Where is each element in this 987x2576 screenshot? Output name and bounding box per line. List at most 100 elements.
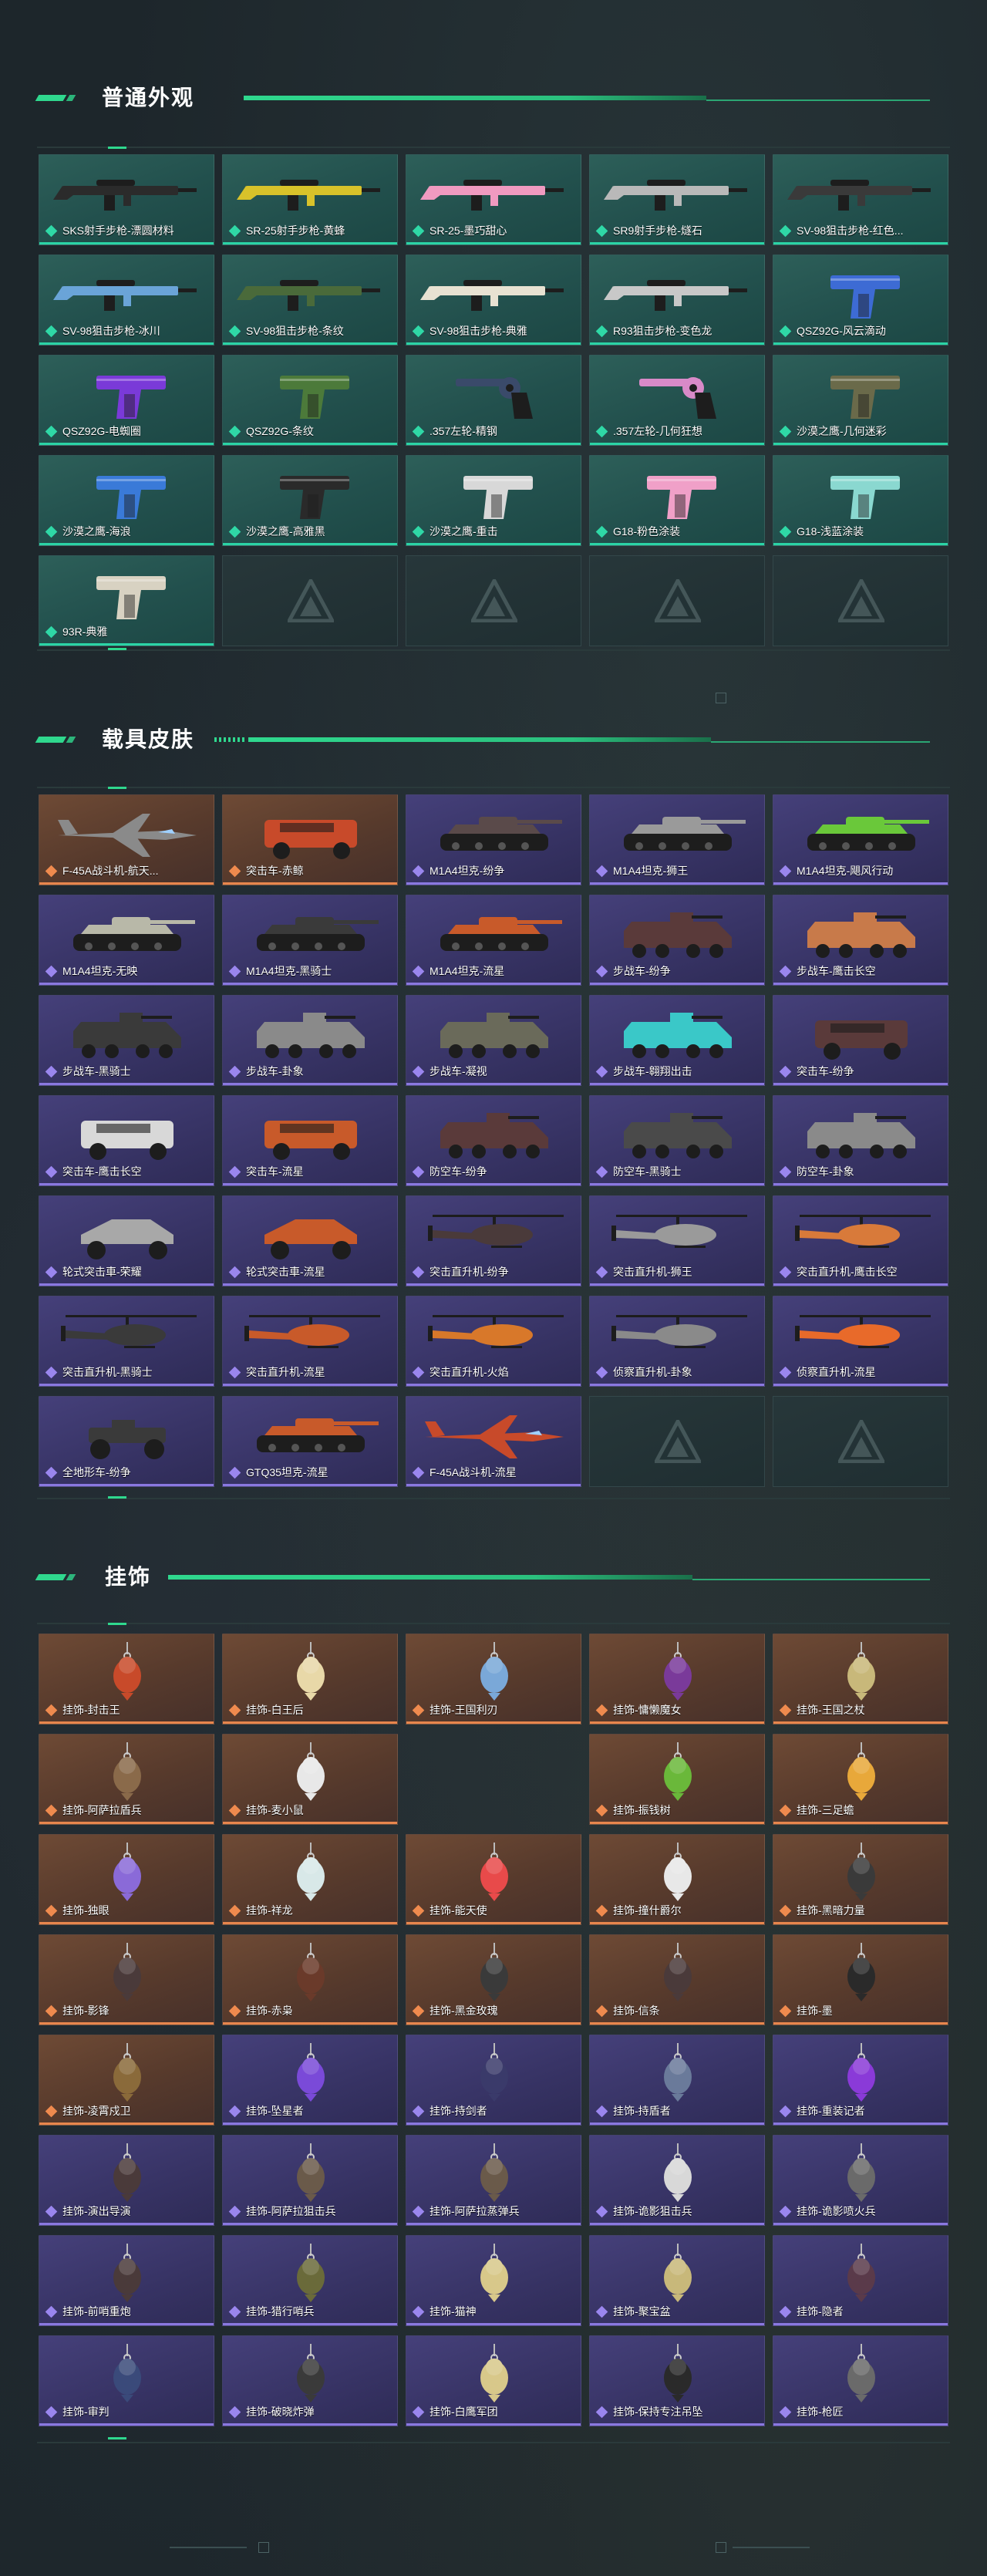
weapon-item-card[interactable]: R93狙击步枪-变色龙 <box>589 255 765 346</box>
vehicle-item-card[interactable]: 突击直升机-鹰击长空 <box>773 1195 948 1286</box>
charm-item-card[interactable]: 挂饰-猫神 <box>406 2235 581 2326</box>
vehicle-item-card[interactable]: 突击车-流星 <box>222 1095 398 1186</box>
vehicle-item-card[interactable]: 步战车-凝视 <box>406 995 581 1086</box>
charm-item-card[interactable]: 挂饰-聚宝盆 <box>589 2235 765 2326</box>
vehicle-item-card[interactable]: M1A4坦克-纷争 <box>406 794 581 885</box>
weapon-item-card[interactable]: SV-98狙击步枪-红色... <box>773 154 948 245</box>
weapon-item-card[interactable]: .357左轮-精钢 <box>406 355 581 446</box>
vehicle-item-card[interactable]: 防空车-卦象 <box>773 1095 948 1186</box>
rarity-diamond-icon <box>595 865 608 877</box>
apc-icon <box>624 1113 732 1158</box>
charm-item-card[interactable]: 挂饰-保持专注吊坠 <box>589 2335 765 2426</box>
charm-item-card[interactable]: 挂饰-祥龙 <box>222 1834 398 1925</box>
charm-item-card[interactable]: 挂饰-前哨重炮 <box>39 2235 214 2326</box>
vehicle-item-card[interactable]: 步战车-翱翔出击 <box>589 995 765 1086</box>
weapon-item-card[interactable]: 沙漠之鹰-海浪 <box>39 455 214 546</box>
vehicle-item-card[interactable]: 突击车-赤鲸 <box>222 794 398 885</box>
apc-icon <box>257 1013 365 1058</box>
weapon-item-card[interactable]: SR9射手步枪-燧石 <box>589 154 765 245</box>
charm-item-card[interactable]: 挂饰-阿萨拉盾兵 <box>39 1734 214 1825</box>
charm-item-card[interactable]: 挂饰-独眼 <box>39 1834 214 1925</box>
weapon-item-card[interactable]: QSZ92G-电蜘圈 <box>39 355 214 446</box>
vehicle-item-card[interactable]: 轮式突击車-荣耀 <box>39 1195 214 1286</box>
vehicle-item-card[interactable]: 防空车-纷争 <box>406 1095 581 1186</box>
vehicle-item-card[interactable]: 防空车-黑骑士 <box>589 1095 765 1186</box>
vehicle-item-card[interactable]: 突击直升机-火焰 <box>406 1296 581 1387</box>
charm-item-card[interactable]: 挂饰-破晓炸弹 <box>222 2335 398 2426</box>
vehicle-item-card[interactable]: 步战车-鹰击长空 <box>773 895 948 986</box>
weapon-item-card[interactable]: .357左轮-几何狂想 <box>589 355 765 446</box>
weapon-item-card[interactable]: QSZ92G-风云滴动 <box>773 255 948 346</box>
vehicle-item-card[interactable]: 全地形车-纷争 <box>39 1396 214 1487</box>
charm-item-card[interactable]: 挂饰-慵懒魔女 <box>589 1634 765 1725</box>
vehicle-item-card[interactable]: 步战车-卦象 <box>222 995 398 1086</box>
charm-item-card[interactable]: 挂饰-黑金玫瑰 <box>406 1934 581 2025</box>
charm-item-card[interactable]: 挂饰-振钱树 <box>589 1734 765 1825</box>
charm-item-card[interactable]: 挂饰-影锋 <box>39 1934 214 2025</box>
item-name: 防空车-卦象 <box>797 1165 854 1178</box>
charm-item-card[interactable]: 挂饰-持剑者 <box>406 2035 581 2126</box>
vehicle-item-card[interactable]: 突击车-鹰击长空 <box>39 1095 214 1186</box>
vehicle-item-card[interactable]: 突击直升机-黑骑士 <box>39 1296 214 1387</box>
weapon-item-card[interactable]: G18-浅蓝涂装 <box>773 455 948 546</box>
vehicle-item-card[interactable]: 突击直升机-纷争 <box>406 1195 581 1286</box>
weapon-item-card[interactable]: QSZ92G-条纹 <box>222 355 398 446</box>
charm-item-card[interactable]: 挂饰-凌霄戍卫 <box>39 2035 214 2126</box>
charm-item-card[interactable]: 挂饰-白王后 <box>222 1634 398 1725</box>
rarity-diamond-icon <box>412 1165 425 1178</box>
weapon-item-card[interactable]: SV-98狙击步枪-冰川 <box>39 255 214 346</box>
charm-item-card[interactable]: 挂饰-撞什爵尔 <box>589 1834 765 1925</box>
vehicle-item-card[interactable]: 突击直升机-流星 <box>222 1296 398 1387</box>
charm-item-card[interactable]: 挂饰-王国之杖 <box>773 1634 948 1725</box>
charm-item-card[interactable]: 挂饰-坠星者 <box>222 2035 398 2126</box>
vehicle-item-card[interactable]: F-45A战斗机-流星 <box>406 1396 581 1487</box>
weapon-item-card[interactable]: 93R-典雅 <box>39 555 214 646</box>
charm-item-card[interactable]: 挂饰-枪匠 <box>773 2335 948 2426</box>
charm-item-card[interactable]: 挂饰-能天使 <box>406 1834 581 1925</box>
weapon-item-card[interactable]: 沙漠之鹰-几何迷彩 <box>773 355 948 446</box>
vehicle-item-card[interactable]: 突击车-纷争 <box>773 995 948 1086</box>
charm-item-card[interactable]: 挂饰-麦小鼠 <box>222 1734 398 1825</box>
weapon-item-card[interactable]: SKS射手步枪-漂圆材料 <box>39 154 214 245</box>
charm-item-card[interactable]: 挂饰-重装记者 <box>773 2035 948 2126</box>
vehicle-item-card[interactable]: 步战车-纷争 <box>589 895 765 986</box>
charm-item-card[interactable]: 挂饰-阿萨拉狙击兵 <box>222 2135 398 2226</box>
charm-item-card[interactable]: 挂饰-墨 <box>773 1934 948 2025</box>
vehicle-item-card[interactable]: 侦察直升机-流星 <box>773 1296 948 1387</box>
vehicle-item-card[interactable]: 突击直升机-狮王 <box>589 1195 765 1286</box>
vehicle-item-card[interactable]: M1A4坦克-流星 <box>406 895 581 986</box>
charm-item-card[interactable]: 挂饰-诡影喷火兵 <box>773 2135 948 2226</box>
vehicle-item-card[interactable]: F-45A战斗机-航天... <box>39 794 214 885</box>
weapon-item-card[interactable]: 沙漠之鹰-重击 <box>406 455 581 546</box>
charm-item-card[interactable]: 挂饰-封击王 <box>39 1634 214 1725</box>
weapon-item-card[interactable]: SV-98狙击步枪-条纹 <box>222 255 398 346</box>
vehicle-item-card[interactable]: M1A4坦克-飓风行动 <box>773 794 948 885</box>
charm-item-card[interactable]: 挂饰-信条 <box>589 1934 765 2025</box>
charm-item-card[interactable]: 挂饰-王国利刃 <box>406 1634 581 1725</box>
weapon-item-card[interactable]: G18-粉色涂装 <box>589 455 765 546</box>
charm-item-card[interactable]: 挂饰-阿萨拉蒸弹兵 <box>406 2135 581 2226</box>
vehicle-item-card[interactable]: 侦察直升机-卦象 <box>589 1296 765 1387</box>
vehicle-item-card[interactable]: GTQ35坦克-流星 <box>222 1396 398 1487</box>
charm-item-card[interactable]: 挂饰-演出导演 <box>39 2135 214 2226</box>
charm-item-card[interactable]: 挂饰-隐者 <box>773 2235 948 2326</box>
vehicle-item-card[interactable]: M1A4坦克-黑骑士 <box>222 895 398 986</box>
charm-item-card[interactable]: 挂饰-三足蟾 <box>773 1734 948 1825</box>
vehicle-item-card[interactable]: 步战车-黑骑士 <box>39 995 214 1086</box>
charm-item-card[interactable]: 挂饰-猎行哨兵 <box>222 2235 398 2326</box>
weapon-item-card[interactable]: SR-25射手步枪-黄蜂 <box>222 154 398 245</box>
weapon-item-card[interactable]: SR-25-墨巧甜心 <box>406 154 581 245</box>
charm-item-card[interactable]: 挂饰-黑暗力量 <box>773 1834 948 1925</box>
charm-item-card[interactable]: 挂饰-赤枭 <box>222 1934 398 2025</box>
charm-item-card[interactable]: 挂饰-审判 <box>39 2335 214 2426</box>
charm-item-card[interactable]: 挂饰-持盾者 <box>589 2035 765 2126</box>
charm-item-card[interactable]: 挂饰-白鹰军团 <box>406 2335 581 2426</box>
placeholder-logo-icon <box>288 579 334 622</box>
suv-icon <box>264 1121 357 1160</box>
weapon-item-card[interactable]: 沙漠之鹰-高雅黑 <box>222 455 398 546</box>
vehicle-item-card[interactable]: M1A4坦克-无映 <box>39 895 214 986</box>
vehicle-item-card[interactable]: M1A4坦克-狮王 <box>589 794 765 885</box>
charm-item-card[interactable]: 挂饰-诡影狙击兵 <box>589 2135 765 2226</box>
weapon-item-card[interactable]: SV-98狙击步枪-典雅 <box>406 255 581 346</box>
vehicle-item-card[interactable]: 轮式突击車-流星 <box>222 1195 398 1286</box>
